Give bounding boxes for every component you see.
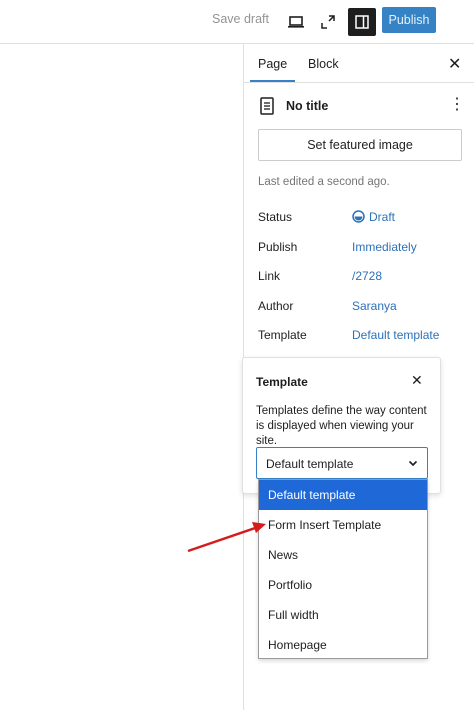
template-option-default[interactable]: Default template: [259, 480, 427, 510]
publish-label: Publish: [258, 240, 298, 254]
last-edited-text: Last edited a second ago.: [258, 176, 390, 188]
document-title: No title: [286, 99, 329, 113]
status-value[interactable]: Draft: [352, 210, 395, 226]
template-option-portfolio[interactable]: Portfolio: [259, 570, 427, 600]
draft-status-icon: [352, 210, 365, 226]
author-value[interactable]: Saranya: [352, 299, 397, 313]
template-option-full-width[interactable]: Full width: [259, 600, 427, 630]
author-label: Author: [258, 299, 294, 313]
publish-value[interactable]: Immediately: [352, 240, 417, 254]
template-value[interactable]: Default template: [352, 328, 439, 342]
link-value[interactable]: /2728: [352, 269, 382, 283]
set-featured-image-button[interactable]: Set featured image: [258, 129, 462, 161]
editor-header: Save draft Publish: [0, 0, 474, 44]
link-label: Link: [258, 269, 281, 283]
document-icon: [260, 97, 274, 120]
fullscreen-icon[interactable]: [314, 8, 342, 36]
status-value-text: Draft: [369, 210, 396, 224]
tab-page[interactable]: Page: [258, 57, 287, 71]
popover-description: Templates define the way content is disp…: [256, 405, 427, 447]
close-icon[interactable]: ✕: [448, 54, 461, 74]
laptop-icon[interactable]: [282, 8, 310, 36]
active-tab-indicator: [250, 80, 295, 82]
template-option-homepage[interactable]: Homepage: [259, 630, 427, 660]
template-option-news[interactable]: News: [259, 540, 427, 570]
publish-button[interactable]: Publish: [382, 7, 436, 33]
template-label: Template: [258, 328, 307, 342]
popover-title: Template: [256, 375, 308, 389]
template-dropdown-list: Default template Form Insert Template Ne…: [258, 479, 428, 659]
document-summary: No title ⋮: [260, 97, 465, 117]
save-draft-button[interactable]: Save draft: [212, 12, 269, 26]
status-label: Status: [258, 210, 293, 224]
popover-close-icon[interactable]: ✕: [411, 372, 423, 389]
template-select[interactable]: Default template: [256, 447, 428, 479]
sidebar-tabs: Page Block ✕: [244, 44, 474, 83]
template-select-value: Default template: [266, 457, 354, 471]
template-option-form-insert[interactable]: Form Insert Template: [259, 510, 427, 540]
tab-block[interactable]: Block: [308, 57, 339, 71]
template-popover: Template ✕ Templates define the way cont…: [242, 357, 441, 494]
sidebar-toggle-icon[interactable]: [348, 8, 376, 36]
chevron-down-icon: [407, 456, 419, 474]
more-options-icon[interactable]: ⋮: [449, 97, 465, 113]
